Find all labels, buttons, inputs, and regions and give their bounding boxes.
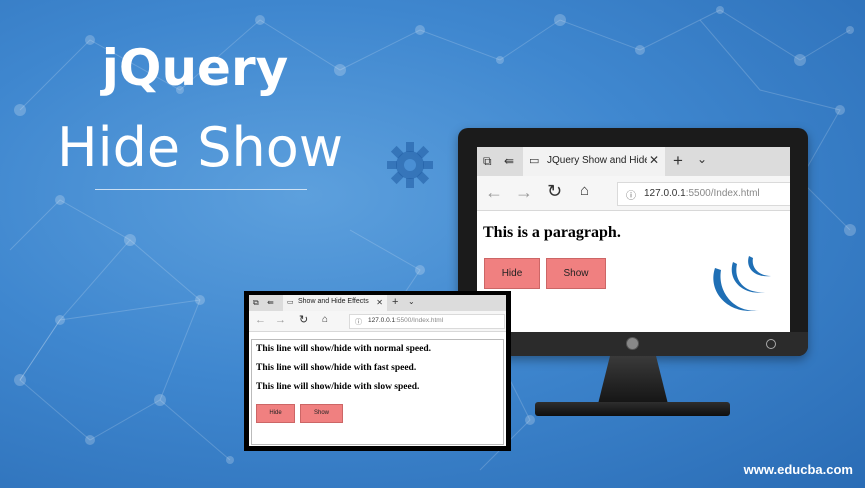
address-bar[interactable]: ⓘ 127.0.0.1:5500/Index.html (617, 182, 790, 206)
slow-speed-line: This line will show/hide with slow speed… (256, 382, 420, 392)
chevron-down-icon[interactable]: ⌄ (697, 152, 707, 166)
url-host: 127.0.0.1 (644, 188, 686, 199)
hide-button[interactable]: Hide (484, 258, 540, 289)
banner-title-line1: jQuery (101, 39, 289, 97)
footer-url: www.educba.com (743, 462, 853, 477)
browser-tab-bar: ⧉ ⇚ ▭ JQuery Show and Hide I ✕ + ⌄ (477, 147, 790, 176)
small-browser-tab[interactable]: ▭ Show and Hide Effects ✕ (283, 295, 387, 311)
hide-button[interactable]: Hide (256, 404, 295, 423)
show-button[interactable]: Show (300, 404, 343, 423)
page-icon: ▭ (529, 155, 540, 167)
small-tab-title: Show and Hide Effects (298, 298, 369, 305)
url-host: 127.0.0.1 (368, 317, 396, 324)
tab-title: JQuery Show and Hide I (547, 155, 647, 166)
page-frame (251, 339, 504, 445)
home-icon[interactable]: ⌂ (580, 182, 589, 199)
browser-nav-bar: ← → ↻ ⌂ ⓘ 127.0.0.1:5500/Index.html (477, 176, 790, 211)
small-address-bar[interactable]: ⓘ 127.0.0.1:5500/Index.html (349, 314, 505, 329)
small-tab-bar: ⧉ ⇚ ▭ Show and Hide Effects ✕ + ⌄ (249, 295, 506, 311)
title-divider (95, 189, 307, 190)
info-icon[interactable]: ⓘ (355, 317, 362, 327)
refresh-icon[interactable]: ↻ (547, 181, 562, 202)
banner-title-line2: Hide Show (57, 116, 343, 179)
normal-speed-line: This line will show/hide with normal spe… (256, 344, 431, 354)
small-nav-bar: ← → ↻ ⌂ ⓘ 127.0.0.1:5500/Index.html (249, 311, 506, 332)
url-path: :5500/Index.html (685, 188, 760, 199)
refresh-icon[interactable]: ↻ (299, 313, 308, 326)
fast-speed-line: This line will show/hide with fast speed… (256, 363, 417, 373)
info-icon[interactable]: ⓘ (626, 187, 636, 202)
gear-icon (387, 142, 433, 188)
set-aside-tabs-icon[interactable]: ⇚ (504, 154, 514, 168)
forward-icon[interactable]: → (515, 182, 533, 203)
browser-tab[interactable]: ▭ JQuery Show and Hide I ✕ (523, 147, 665, 176)
chevron-down-icon[interactable]: ⌄ (408, 297, 415, 306)
set-aside-tabs-icon[interactable]: ⇚ (267, 298, 274, 307)
back-icon[interactable]: ← (485, 182, 503, 203)
close-tab-icon[interactable]: ✕ (649, 153, 659, 167)
show-button[interactable]: Show (546, 258, 606, 289)
url-path: :5500/Index.html (395, 317, 444, 324)
page-icon: ▭ (287, 299, 294, 306)
tab-actions-icon[interactable]: ⧉ (483, 154, 492, 169)
monitor-browser-window: ⧉ ⇚ ▭ JQuery Show and Hide I ✕ + ⌄ ← → ↻… (477, 147, 790, 332)
new-tab-icon[interactable]: + (673, 151, 683, 171)
back-icon[interactable]: ← (255, 314, 266, 326)
page-paragraph: This is a paragraph. (483, 224, 621, 241)
new-tab-icon[interactable]: + (392, 296, 398, 308)
close-tab-icon[interactable]: ✕ (376, 298, 383, 307)
tab-actions-icon[interactable]: ⧉ (253, 298, 259, 308)
monitor-base (535, 402, 730, 416)
jquery-logo (713, 256, 771, 311)
forward-icon[interactable]: → (275, 314, 286, 326)
monitor-home-button (626, 337, 639, 350)
home-icon[interactable]: ⌂ (322, 314, 328, 325)
power-icon (766, 339, 776, 349)
small-browser-window: ⧉ ⇚ ▭ Show and Hide Effects ✕ + ⌄ ← → ↻ … (244, 291, 511, 451)
